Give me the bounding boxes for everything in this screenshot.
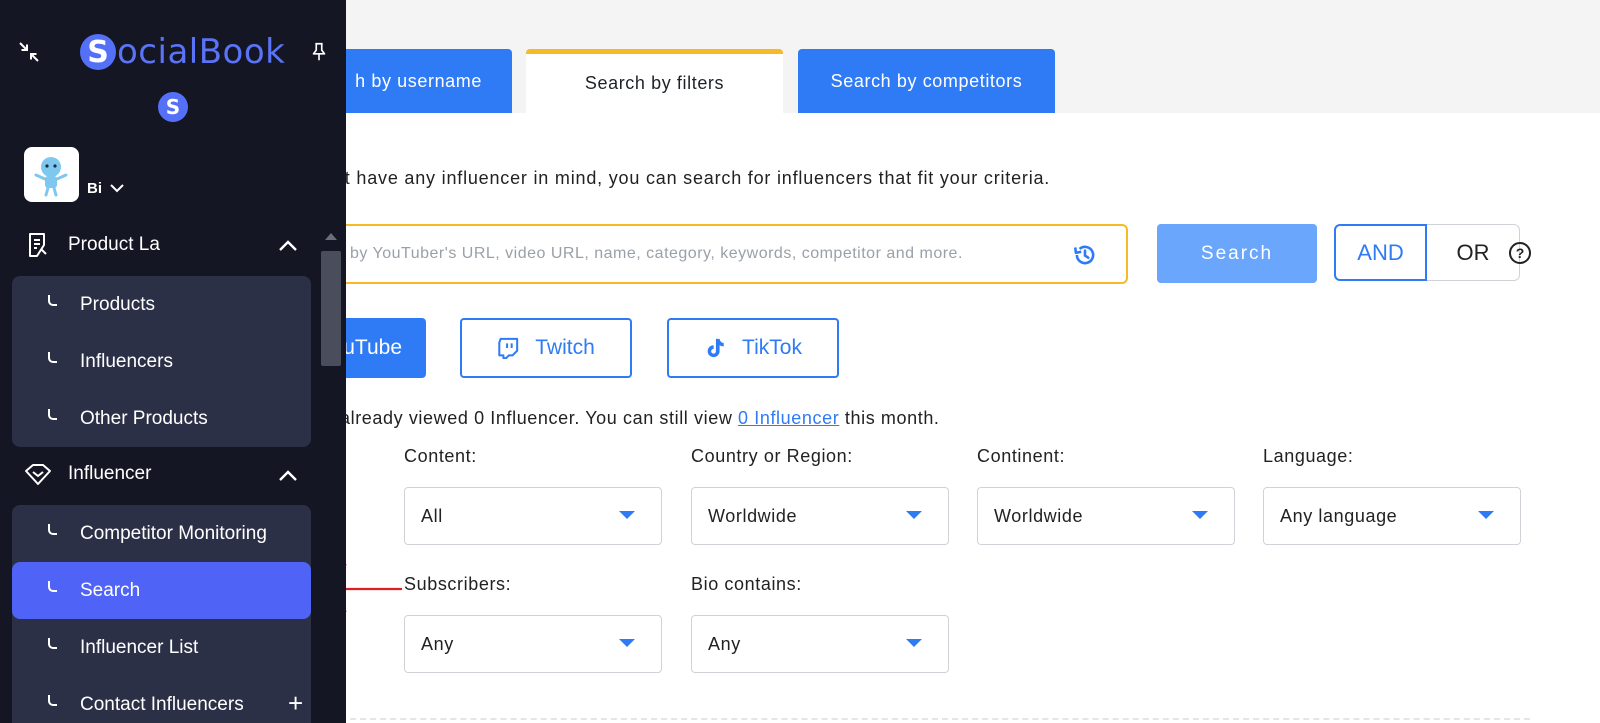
platform-twitch-button[interactable]: Twitch: [460, 318, 632, 378]
history-icon[interactable]: [1072, 242, 1098, 268]
tab-label: Search by filters: [584, 73, 725, 93]
tree-elbow-icon: [48, 524, 57, 535]
chevron-up-icon[interactable]: [278, 238, 298, 252]
sidebar-section-influencer[interactable]: Influencer: [24, 460, 151, 488]
caret-down-icon: [906, 511, 922, 519]
avatar-image: [34, 157, 68, 197]
content-select[interactable]: All: [404, 487, 662, 545]
intro-text: ’t have any influencer in mind, you can …: [340, 168, 1051, 188]
caret-down-icon: [619, 639, 635, 647]
tree-elbow-icon: [48, 409, 57, 420]
sidebar-item-influencer-list[interactable]: Influencer List: [12, 619, 311, 676]
section-label: Product La: [68, 234, 160, 255]
twitch-icon: [498, 337, 519, 359]
section-label: Influencer: [68, 463, 152, 484]
subscribers-filter-label: Subscribers:: [404, 574, 512, 594]
sidebar-item-other-products[interactable]: Other Products: [12, 390, 311, 447]
select-value: Any language: [1280, 505, 1398, 526]
platform-label: uTube: [343, 336, 402, 359]
platform-label: TikTok: [742, 336, 802, 359]
bio-select[interactable]: Any: [691, 615, 949, 673]
sidebar-item-products[interactable]: Products: [12, 276, 311, 333]
chevron-up-icon[interactable]: [278, 468, 298, 482]
select-value: Worldwide: [708, 505, 798, 526]
sidebar-item-competitor-monitoring[interactable]: Competitor Monitoring: [12, 505, 311, 562]
subscribers-select[interactable]: Any: [404, 615, 662, 673]
and-toggle-button[interactable]: AND: [1334, 224, 1427, 281]
search-button[interactable]: Search: [1157, 224, 1317, 283]
language-filter-label: Language:: [1263, 446, 1354, 466]
sidebar-item-label: Competitor Monitoring: [80, 522, 267, 544]
tiktok-icon: [707, 338, 724, 358]
quota-link[interactable]: 0 Influencer: [738, 408, 839, 428]
quota-text-after: this month.: [839, 408, 940, 428]
pin-icon[interactable]: [308, 40, 330, 64]
continent-filter-label: Continent:: [977, 446, 1066, 466]
caret-down-icon: [1478, 511, 1494, 519]
collapse-icon[interactable]: [17, 40, 41, 64]
select-value: All: [421, 505, 443, 526]
sidebar-item-influencers[interactable]: Influencers: [12, 333, 311, 390]
tree-elbow-icon: [48, 295, 57, 306]
tree-elbow-icon: [48, 638, 57, 649]
sidebar-item-label: Contact Influencers: [80, 693, 244, 715]
account-name: Bi: [87, 180, 102, 197]
sidebar: S ocialBook S Bi Product La Products Inf…: [0, 0, 346, 723]
tree-elbow-icon: [48, 581, 57, 592]
sidebar-item-contact-influencers[interactable]: Contact Influencers +: [12, 676, 311, 723]
avatar[interactable]: [24, 147, 79, 202]
search-input[interactable]: [322, 245, 1052, 263]
select-value: Any: [708, 633, 741, 654]
plus-icon[interactable]: +: [288, 690, 303, 716]
view-quota-text: already viewed 0 Influencer. You can sti…: [340, 408, 940, 429]
tab-search-by-competitors[interactable]: Search by competitors: [798, 49, 1055, 113]
account-switcher[interactable]: Bi: [87, 180, 124, 197]
bio-filter-label: Bio contains:: [691, 574, 802, 594]
tab-search-by-filters[interactable]: Search by filters: [526, 49, 783, 113]
brand-name: ocialBook: [117, 32, 286, 72]
chevron-down-icon: [110, 184, 124, 193]
platform-label: Twitch: [535, 336, 595, 359]
sidebar-item-label: Products: [80, 293, 155, 315]
sidebar-item-label: Influencer List: [80, 636, 199, 658]
sidebar-scroll-thumb[interactable]: [321, 251, 341, 366]
tree-elbow-icon: [48, 695, 57, 706]
small-logo: S: [158, 92, 188, 122]
section-divider: [340, 718, 1530, 720]
continent-select[interactable]: Worldwide: [977, 487, 1235, 545]
quota-text-before: already viewed 0 Influencer. You can sti…: [340, 408, 739, 428]
scroll-up-icon[interactable]: [325, 233, 337, 240]
brand-logo-mark: S: [80, 34, 116, 70]
sidebar-item-search[interactable]: Search: [12, 562, 311, 619]
tab-label: Search by competitors: [830, 70, 1023, 91]
country-filter-label: Country or Region:: [691, 446, 853, 466]
caret-down-icon: [906, 639, 922, 647]
search-box[interactable]: [320, 224, 1128, 284]
select-value: Worldwide: [994, 505, 1084, 526]
or-toggle-button[interactable]: OR: [1427, 224, 1520, 281]
sidebar-item-label: Influencers: [80, 350, 173, 372]
sidebar-item-label: Other Products: [80, 407, 208, 429]
tree-elbow-icon: [48, 352, 57, 363]
platform-tiktok-button[interactable]: TikTok: [667, 318, 839, 378]
select-value: Any: [421, 633, 454, 654]
diamond-icon: [25, 464, 51, 485]
help-icon[interactable]: ?: [1509, 242, 1531, 264]
caret-down-icon: [619, 511, 635, 519]
caret-down-icon: [1192, 511, 1208, 519]
brand-logo[interactable]: S ocialBook: [80, 32, 285, 72]
country-select[interactable]: Worldwide: [691, 487, 949, 545]
sidebar-section-product-launch[interactable]: Product La: [24, 231, 160, 259]
and-or-toggle: AND OR: [1334, 224, 1520, 281]
sidebar-item-label: Search: [80, 579, 141, 601]
tab-label: h by username: [355, 70, 482, 91]
content-filter-label: Content:: [404, 446, 477, 466]
language-select[interactable]: Any language: [1263, 487, 1521, 545]
document-icon: [29, 233, 47, 257]
